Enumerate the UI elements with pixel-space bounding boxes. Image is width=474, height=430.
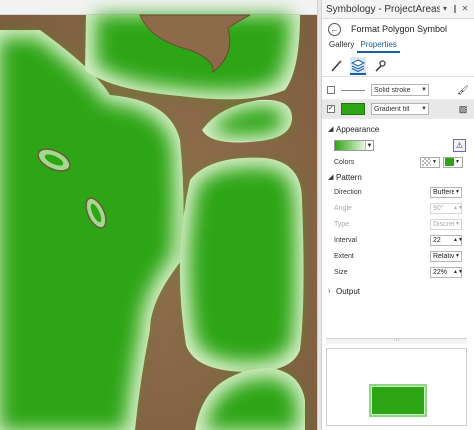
properties-toolbar bbox=[322, 55, 474, 77]
tab-gallery[interactable]: Gallery bbox=[326, 39, 357, 53]
pane-header: Symbology - ProjectAreas ▾ ❙ ✕ bbox=[322, 0, 474, 19]
pane-title: Symbology - ProjectAreas bbox=[326, 3, 440, 15]
map-view[interactable] bbox=[0, 0, 317, 430]
interval-row: Interval 22 ▲▼ bbox=[334, 234, 463, 246]
output-section-header[interactable]: › Output bbox=[322, 284, 474, 298]
symbol-layer-fill[interactable]: ✓ Gradient fill ▼ ▧ bbox=[322, 100, 474, 119]
chevron-down-icon: ▼ bbox=[455, 189, 460, 195]
caret-right-icon: › bbox=[328, 287, 331, 295]
stroke-type-dropdown[interactable]: Solid stroke ▼ bbox=[371, 84, 429, 96]
auto-hide-icon[interactable]: ❙ bbox=[450, 3, 460, 15]
close-icon[interactable]: ✕ bbox=[460, 3, 470, 15]
preview-polygon bbox=[369, 384, 427, 417]
fill-swatch bbox=[341, 103, 365, 115]
chevron-down-icon: ▼ bbox=[455, 159, 460, 165]
fill-type-dropdown[interactable]: Gradient fill ▼ bbox=[371, 103, 429, 115]
appearance-section-header[interactable]: ◢ Appearance bbox=[322, 122, 474, 136]
chevron-down-icon: ▼ bbox=[421, 87, 427, 93]
symbol-subheader: ← Format Polygon Symbol bbox=[322, 19, 474, 39]
chevron-down-icon: ▼ bbox=[455, 221, 460, 227]
spinner-icon[interactable]: ▲▼ bbox=[453, 237, 463, 243]
layer-visibility-checkbox[interactable] bbox=[327, 86, 335, 94]
color-2-picker[interactable]: ▼ bbox=[443, 156, 463, 168]
polygon-right-large[interactable] bbox=[179, 157, 304, 372]
chevron-down-icon: ▼ bbox=[432, 159, 437, 165]
preview-splitter[interactable]: ⋯ bbox=[326, 338, 467, 344]
symbol-layer-stroke[interactable]: Solid stroke ▼ 🖌 bbox=[322, 81, 474, 100]
layers-icon[interactable] bbox=[350, 56, 366, 75]
back-arrow-icon[interactable]: ← bbox=[328, 22, 341, 36]
angle-input[interactable]: 90° ▲▼ bbox=[430, 202, 463, 214]
chevron-down-icon: ▼ bbox=[421, 106, 427, 112]
direction-dropdown[interactable]: Buffered▼ bbox=[430, 186, 462, 198]
brush-icon[interactable] bbox=[328, 57, 344, 75]
map-canvas bbox=[0, 14, 317, 430]
chevron-down-icon: ▼ bbox=[365, 140, 373, 150]
pin-icon[interactable]: ▾ bbox=[440, 3, 450, 15]
chevron-down-icon: ▼ bbox=[455, 253, 460, 259]
warning-triangle-icon[interactable]: ⚠ bbox=[453, 138, 466, 152]
paint-bucket-icon[interactable]: 🖌 bbox=[457, 84, 469, 96]
tab-properties[interactable]: Properties bbox=[357, 39, 400, 53]
layer-visibility-checkbox[interactable]: ✓ bbox=[327, 105, 335, 113]
green-color-swatch bbox=[445, 158, 454, 166]
wrench-icon[interactable] bbox=[372, 57, 388, 75]
tab-strip: Gallery Properties bbox=[322, 39, 474, 53]
size-input[interactable]: 22% ▲▼ bbox=[430, 266, 463, 278]
appearance-row: ▼ ⚠ bbox=[322, 136, 474, 154]
eraser-icon[interactable]: ▧ bbox=[457, 103, 469, 115]
spinner-icon[interactable]: ▲▼ bbox=[453, 269, 463, 275]
type-row: Type Discrete▼ bbox=[322, 216, 474, 232]
extent-dropdown[interactable]: Relative▼ bbox=[430, 250, 462, 262]
format-symbol-title: Format Polygon Symbol bbox=[351, 24, 448, 34]
pattern-section-header[interactable]: ◢ Pattern bbox=[322, 170, 474, 184]
color-1-picker[interactable]: ▼ bbox=[420, 156, 440, 168]
color-ramp-dropdown[interactable]: ▼ bbox=[334, 139, 374, 151]
no-color-swatch bbox=[422, 158, 431, 166]
stroke-swatch bbox=[341, 89, 365, 91]
colors-label: Colors bbox=[334, 158, 355, 166]
interval-input[interactable]: 22 ▲▼ bbox=[430, 234, 463, 246]
symbol-preview bbox=[326, 348, 467, 426]
extent-row: Extent Relative▼ bbox=[322, 248, 474, 264]
direction-row: Direction Buffered▼ bbox=[322, 184, 474, 200]
type-dropdown[interactable]: Discrete▼ bbox=[430, 218, 462, 230]
gradient-ramp bbox=[335, 140, 365, 150]
size-row: Size 22% ▲▼ bbox=[334, 266, 463, 278]
spinner-icon: ▲▼ bbox=[453, 204, 463, 211]
angle-row: Angle 90° ▲▼ bbox=[334, 202, 463, 214]
caret-down-icon: ◢ bbox=[328, 174, 334, 181]
colors-row: Colors ▼ ▼ bbox=[322, 154, 474, 170]
caret-down-icon: ◢ bbox=[328, 126, 334, 133]
